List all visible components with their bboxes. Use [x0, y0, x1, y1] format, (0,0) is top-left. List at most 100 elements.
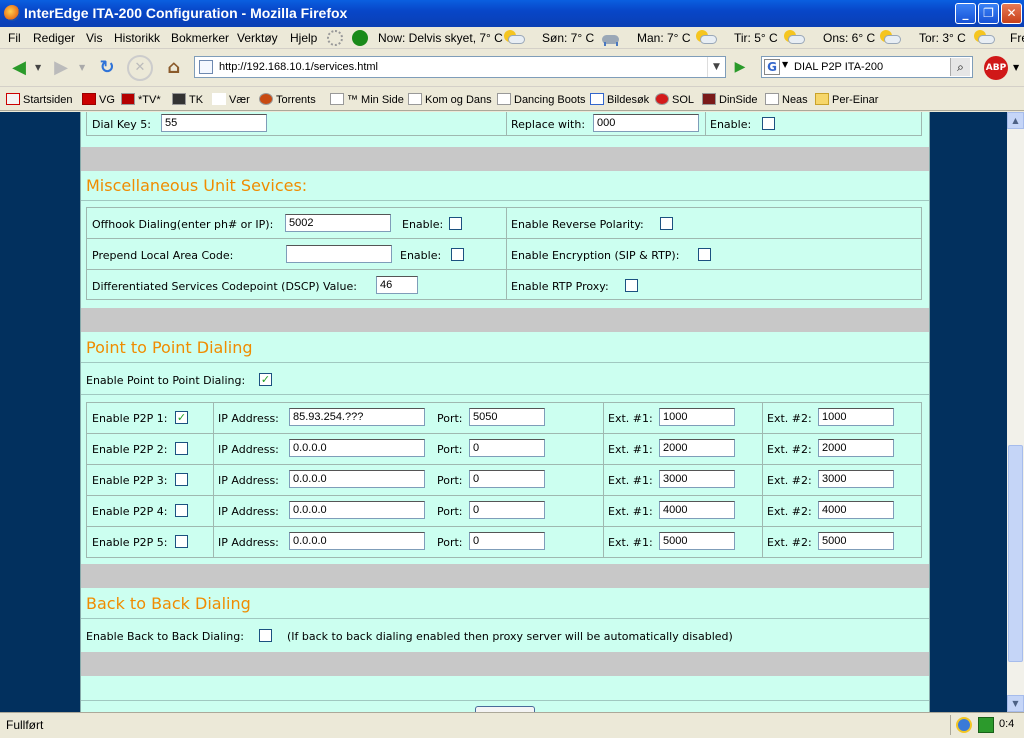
bookmark-vaer[interactable]: Vær — [212, 93, 250, 106]
p2p-5-checkbox[interactable] — [175, 535, 188, 548]
menu-vis[interactable]: Vis — [86, 31, 102, 45]
bookmark-startsiden[interactable]: Startsiden — [6, 93, 73, 106]
b2b-enable-label: Enable Back to Back Dialing: — [86, 630, 244, 643]
scrollbar-thumb[interactable] — [1008, 445, 1023, 662]
stop-icon[interactable]: ✕ — [127, 55, 153, 81]
dscp-input[interactable] — [376, 276, 418, 294]
bookmark-tv[interactable]: *TV* — [121, 93, 161, 106]
bookmark-sol[interactable]: SOL — [655, 93, 694, 106]
p2p-5-ext1-input[interactable] — [659, 532, 735, 550]
p2p-3-ip-input[interactable] — [289, 470, 425, 488]
scroll-up-icon[interactable]: ▲ — [1007, 112, 1024, 129]
menu-fil[interactable]: Fil — [8, 31, 21, 45]
bookmark-dancing-boots[interactable]: Dancing Boots — [497, 93, 586, 106]
weather-fre[interactable]: Fre — [1010, 31, 1024, 45]
reload-icon[interactable]: ↻ — [94, 55, 120, 81]
encryption-checkbox[interactable] — [698, 248, 711, 261]
p2p-1-port-input[interactable] — [469, 408, 545, 426]
url-input[interactable] — [219, 59, 699, 75]
dial-key-enable-checkbox[interactable] — [762, 117, 775, 130]
weather-tir[interactable]: Tir: 5° C — [734, 31, 778, 45]
p2p-1-checkbox[interactable]: ✓ — [175, 411, 188, 424]
adblock-plus-icon[interactable]: ABP — [984, 56, 1008, 80]
prepend-enable-checkbox[interactable] — [451, 248, 464, 261]
go-arrow-icon[interactable]: ▶ — [731, 58, 749, 76]
p2p-5-ip-input[interactable] — [289, 532, 425, 550]
vertical-scrollbar[interactable]: ▲ ▼ — [1007, 112, 1024, 712]
weather-ons[interactable]: Ons: 6° C — [823, 31, 875, 45]
bookmark-dinside[interactable]: DinSide — [702, 93, 758, 106]
home-icon[interactable]: ⌂ — [161, 55, 187, 81]
p2p-1-ip-input[interactable] — [289, 408, 425, 426]
minimize-button[interactable]: _ — [955, 3, 976, 24]
search-input[interactable] — [794, 59, 944, 75]
bookmark-folder-per-einar[interactable]: Per-Einar — [815, 93, 878, 106]
p2p-3-checkbox[interactable] — [175, 473, 188, 486]
menu-bokmerker[interactable]: Bokmerker — [171, 31, 229, 45]
search-box[interactable]: G ▼ ⌕ — [761, 56, 973, 78]
maximize-button[interactable]: ❐ — [978, 3, 999, 24]
reverse-polarity-checkbox[interactable] — [660, 217, 673, 230]
dial-key-5-input[interactable] — [161, 114, 267, 132]
p2p-2-port-input[interactable] — [469, 439, 545, 457]
p2p-4-ext1-input[interactable] — [659, 501, 735, 519]
p2p-enable-checkbox[interactable]: ✓ — [259, 373, 272, 386]
address-bar[interactable]: ▼ — [194, 56, 726, 78]
p2p-4-port-input[interactable] — [469, 501, 545, 519]
p2p-4-ip-input[interactable] — [289, 501, 425, 519]
p2p-2-ext1-input[interactable] — [659, 439, 735, 457]
rtp-proxy-checkbox[interactable] — [625, 279, 638, 292]
forward-arrow-icon[interactable]: ▶ — [48, 55, 74, 81]
p2p-5-port-input[interactable] — [469, 532, 545, 550]
p2p-2-checkbox[interactable] — [175, 442, 188, 455]
bookmark-torrents[interactable]: Torrents — [259, 93, 316, 106]
menu-historikk[interactable]: Historikk — [114, 31, 160, 45]
partly-cloudy-icon — [502, 29, 526, 46]
p2p-row-label: Enable P2P 2: — [92, 443, 168, 456]
close-button[interactable]: ✕ — [1001, 3, 1022, 24]
menu-hjelp[interactable]: Hjelp — [290, 31, 317, 45]
menu-verktoy[interactable]: Verktøy — [237, 31, 278, 45]
prepend-area-code-input[interactable] — [286, 245, 392, 263]
back-history-dropdown-icon[interactable]: ▼ — [35, 63, 41, 72]
google-icon[interactable]: G — [764, 59, 780, 75]
weather-tor[interactable]: Tor: 3° C — [919, 31, 966, 45]
weather-man[interactable]: Man: 7° C — [637, 31, 690, 45]
bookmark-kom-og-dans[interactable]: Kom og Dans — [408, 93, 492, 106]
search-icon[interactable]: ⌕ — [950, 58, 970, 76]
weather-now[interactable]: Now: Delvis skyet, 7° C — [378, 31, 503, 45]
b2b-enable-checkbox[interactable] — [259, 629, 272, 642]
scroll-down-icon[interactable]: ▼ — [1007, 695, 1024, 712]
p2p-2-ip-input[interactable] — [289, 439, 425, 457]
web-icon[interactable] — [956, 717, 972, 733]
p2p-4-ext2-input[interactable] — [818, 501, 894, 519]
reverse-polarity-label: Enable Reverse Polarity: — [511, 218, 644, 231]
replace-with-input[interactable] — [593, 114, 699, 132]
p2p-1-ext2-input[interactable] — [818, 408, 894, 426]
forward-history-dropdown-icon[interactable]: ▼ — [79, 63, 85, 72]
bookmark-tk[interactable]: TK — [172, 93, 203, 106]
p2p-row-label: Enable P2P 3: — [92, 474, 168, 487]
back-arrow-icon[interactable]: ◀ — [6, 55, 32, 81]
extension-icon[interactable] — [978, 717, 994, 733]
p2p-2-ext2-input[interactable] — [818, 439, 894, 457]
bookmark-bildesok[interactable]: Bildesøk — [590, 93, 649, 106]
offhook-enable-checkbox[interactable] — [449, 217, 462, 230]
p2p-1-ext1-input[interactable] — [659, 408, 735, 426]
url-dropdown-icon[interactable]: ▼ — [707, 57, 725, 77]
p2p-3-ext2-input[interactable] — [818, 470, 894, 488]
p2p-5-ext2-input[interactable] — [818, 532, 894, 550]
search-engine-dropdown-icon[interactable]: ▼ — [782, 60, 788, 69]
weather-son[interactable]: Søn: 7° C — [542, 31, 594, 45]
adblock-dropdown-icon[interactable]: ▼ — [1013, 63, 1019, 72]
p2p-3-port-input[interactable] — [469, 470, 545, 488]
menu-rediger[interactable]: Rediger — [33, 31, 75, 45]
offhook-dialing-input[interactable] — [285, 214, 391, 232]
p2p-3-ext1-input[interactable] — [659, 470, 735, 488]
p2p-4-checkbox[interactable] — [175, 504, 188, 517]
bookmark-vg[interactable]: VG — [82, 93, 115, 106]
bookmark-min-side[interactable]: ™ Min Side — [330, 93, 404, 106]
bookmark-neas[interactable]: Neas — [765, 93, 808, 106]
port-label: Port: — [437, 412, 463, 425]
ip-address-label: IP Address: — [218, 443, 279, 456]
